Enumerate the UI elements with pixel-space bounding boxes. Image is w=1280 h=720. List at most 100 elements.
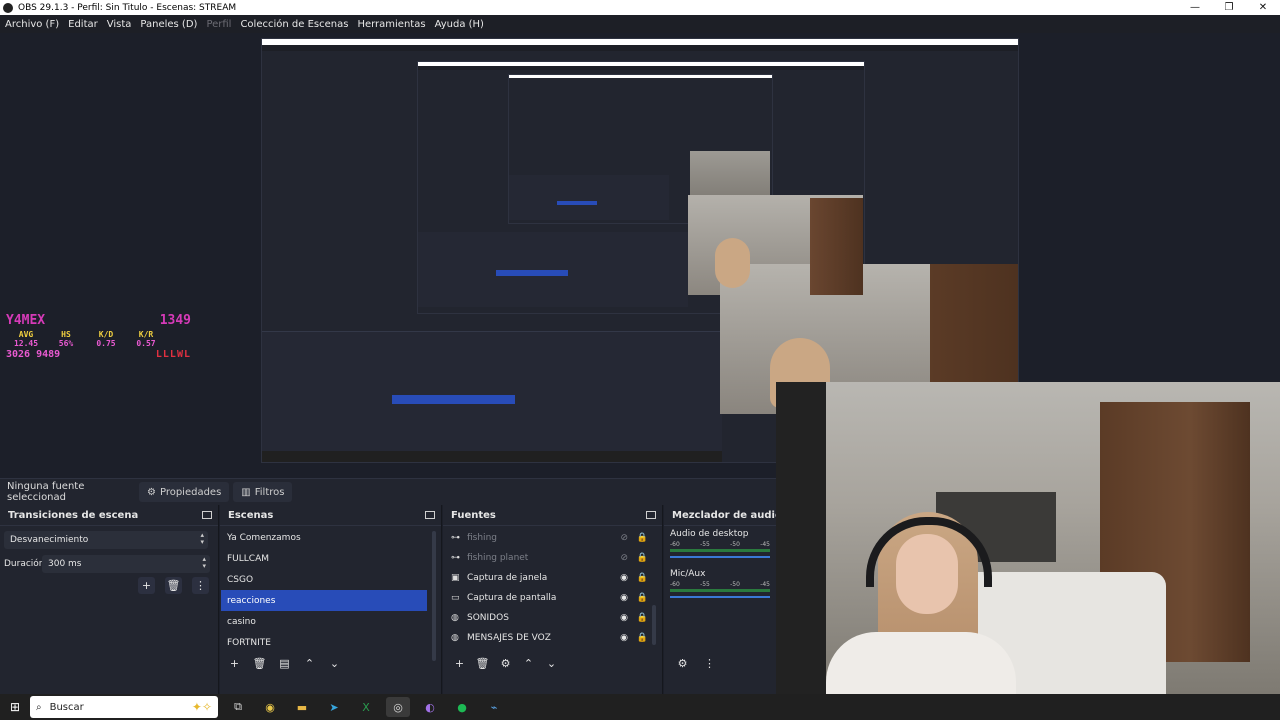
maximize-button[interactable]: ❐ bbox=[1212, 0, 1246, 15]
source-up-button[interactable]: ⌃ bbox=[520, 655, 537, 672]
add-transition-button[interactable]: + bbox=[138, 577, 155, 594]
move-up-button[interactable]: ⌃ bbox=[301, 655, 318, 672]
menu-herramientas[interactable]: Herramientas bbox=[357, 19, 425, 30]
duration-input[interactable]: 300 ms ▴ ▾ bbox=[42, 555, 210, 573]
lock-icon[interactable]: 🔒 bbox=[637, 533, 648, 543]
scenes-scrollbar[interactable] bbox=[432, 531, 436, 661]
source-label: fishing bbox=[467, 533, 497, 543]
volume-slider[interactable] bbox=[670, 556, 770, 558]
volume-slider[interactable] bbox=[670, 596, 770, 598]
filter-icon: ▥ bbox=[241, 486, 251, 498]
windows-start-icon[interactable]: ⊞ bbox=[0, 700, 30, 714]
spinner-icon: ▴ ▾ bbox=[202, 555, 206, 570]
source-item[interactable]: ◍ MENSAJES DE VOZ ◉ 🔒 bbox=[443, 628, 662, 648]
scene-item[interactable]: Ya Comenzamos bbox=[221, 527, 427, 548]
menu-paneles[interactable]: Paneles (D) bbox=[140, 19, 197, 30]
stats-overlay: Y4MEX 1349 AVG HS K/D K/R 12.45 56% 0.75… bbox=[6, 313, 191, 360]
task-view-icon[interactable]: ⧉ bbox=[226, 697, 250, 717]
audio-meter: -60 -55 -50 -45 bbox=[670, 581, 770, 598]
meter-tick: -50 bbox=[730, 581, 740, 588]
taskbar-search[interactable]: ⌕ Buscar ✦✧ bbox=[30, 696, 218, 718]
menu-archivo[interactable]: Archivo (F) bbox=[5, 19, 59, 30]
chat-app-icon[interactable]: ◐ bbox=[418, 697, 442, 717]
source-item[interactable]: ▭ Captura de pantalla ◉ 🔒 bbox=[443, 588, 662, 608]
scene-filters-button[interactable]: ▤ bbox=[276, 655, 293, 672]
remove-transition-button[interactable]: 🗑 bbox=[165, 577, 182, 594]
excel-icon[interactable]: X bbox=[354, 697, 378, 717]
minimize-button[interactable]: — bbox=[1178, 0, 1212, 15]
transitions-title: Transiciones de escena bbox=[8, 509, 139, 521]
menu-vista[interactable]: Vista bbox=[107, 19, 132, 30]
webcam-feed bbox=[776, 382, 1280, 694]
meter-tick: -45 bbox=[760, 541, 770, 548]
mixer-title: Mezclador de audio bbox=[672, 509, 782, 521]
source-item[interactable]: ▣ Captura de janela ◉ 🔒 bbox=[443, 568, 662, 588]
search-placeholder: Buscar bbox=[49, 701, 84, 713]
meter-tick: -45 bbox=[760, 581, 770, 588]
lock-icon[interactable]: 🔒 bbox=[637, 553, 648, 563]
eye-hidden-icon[interactable]: ⊘ bbox=[620, 533, 628, 543]
duration-value: 300 ms bbox=[48, 559, 82, 569]
search-icon: ⌕ bbox=[36, 701, 42, 713]
transition-select[interactable]: Desvanecimiento ▴ ▾ bbox=[4, 531, 208, 549]
meter-tick: -60 bbox=[670, 541, 680, 548]
move-down-button[interactable]: ⌄ bbox=[326, 655, 343, 672]
source-item[interactable]: ◍ SONIDOS ◉ 🔒 bbox=[443, 608, 662, 628]
lock-icon[interactable]: 🔒 bbox=[637, 573, 648, 583]
source-item[interactable]: ⊶ fishing planet ⊘ 🔒 bbox=[443, 548, 662, 568]
menu-ayuda[interactable]: Ayuda (H) bbox=[435, 19, 484, 30]
no-source-label: Ninguna fuente seleccionad bbox=[7, 481, 85, 503]
scene-item-selected[interactable]: reacciones bbox=[221, 590, 427, 611]
close-button[interactable]: ✕ bbox=[1246, 0, 1280, 15]
obs-taskbar-icon[interactable]: ◎ bbox=[386, 697, 410, 717]
undock-icon[interactable] bbox=[202, 511, 212, 519]
meter-tick: -55 bbox=[700, 541, 710, 548]
chevron-updown-icon: ▴ ▾ bbox=[200, 531, 204, 546]
source-label: fishing planet bbox=[467, 553, 529, 563]
mixer-menu-button[interactable]: ⋮ bbox=[701, 655, 718, 672]
sources-scrollbar[interactable] bbox=[652, 605, 656, 645]
meter-tick: -50 bbox=[730, 541, 740, 548]
eye-icon[interactable]: ◉ bbox=[620, 633, 628, 643]
title-bar: OBS 29.1.3 - Perfil: Sin Titulo - Escena… bbox=[0, 0, 1280, 15]
file-explorer-icon[interactable]: ▬ bbox=[290, 697, 314, 717]
source-label: Captura de pantalla bbox=[467, 593, 557, 603]
transition-selected: Desvanecimiento bbox=[10, 535, 89, 545]
eye-icon[interactable]: ◉ bbox=[620, 573, 628, 583]
scene-item[interactable]: casino bbox=[221, 611, 427, 632]
spotify-icon[interactable]: ● bbox=[450, 697, 474, 717]
lock-icon[interactable]: 🔒 bbox=[637, 593, 648, 603]
overlay-value-kr: 0.57 bbox=[136, 339, 156, 348]
filters-label: Filtros bbox=[254, 486, 285, 498]
undock-icon[interactable] bbox=[425, 511, 435, 519]
scene-item[interactable]: CSGO bbox=[221, 569, 427, 590]
source-settings-button[interactable]: ⚙ bbox=[497, 655, 514, 672]
properties-label: Propiedades bbox=[159, 486, 222, 498]
menu-editar[interactable]: Editar bbox=[68, 19, 98, 30]
add-source-button[interactable]: + bbox=[451, 655, 468, 672]
undock-icon[interactable] bbox=[646, 511, 656, 519]
meter-tick: -55 bbox=[700, 581, 710, 588]
mixer-settings-button[interactable]: ⚙ bbox=[674, 655, 691, 672]
eye-icon[interactable]: ◉ bbox=[620, 613, 628, 623]
properties-button[interactable]: ⚙ Propiedades bbox=[139, 482, 230, 502]
remove-scene-button[interactable]: 🗑 bbox=[251, 655, 268, 672]
menu-coleccion-escenas[interactable]: Colección de Escenas bbox=[240, 19, 348, 30]
eye-hidden-icon[interactable]: ⊘ bbox=[620, 553, 628, 563]
lock-icon[interactable]: 🔒 bbox=[637, 613, 648, 623]
transition-menu-button[interactable]: ⋮ bbox=[192, 577, 209, 594]
menu-perfil[interactable]: Perfil bbox=[206, 19, 231, 30]
add-scene-button[interactable]: + bbox=[226, 655, 243, 672]
chrome-icon[interactable]: ◉ bbox=[258, 697, 282, 717]
eye-icon[interactable]: ◉ bbox=[620, 593, 628, 603]
steam-icon[interactable]: ⌁ bbox=[482, 697, 506, 717]
lock-icon[interactable]: 🔒 bbox=[637, 633, 648, 643]
telegram-icon[interactable]: ➤ bbox=[322, 697, 346, 717]
scene-item[interactable]: FORTNITE bbox=[221, 632, 427, 653]
source-label: Captura de janela bbox=[467, 573, 548, 583]
source-down-button[interactable]: ⌄ bbox=[543, 655, 560, 672]
remove-source-button[interactable]: 🗑 bbox=[474, 655, 491, 672]
source-item[interactable]: ⊶ fishing ⊘ 🔒 bbox=[443, 528, 662, 548]
filters-button[interactable]: ▥ Filtros bbox=[233, 482, 293, 502]
scene-item[interactable]: FULLCAM bbox=[221, 548, 427, 569]
